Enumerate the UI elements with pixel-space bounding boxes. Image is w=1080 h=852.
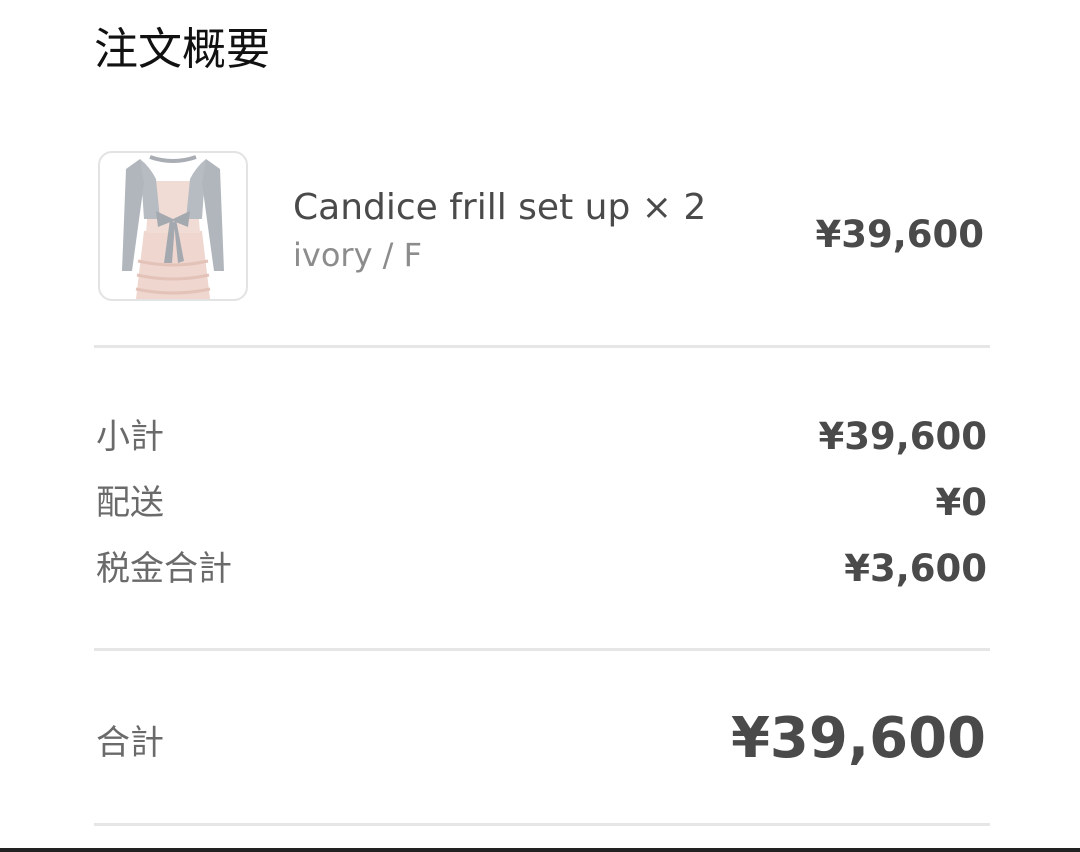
- tax-row: 税金合計 ¥3,600: [96, 544, 987, 594]
- product-thumbnail[interactable]: [98, 151, 248, 301]
- product-price: ¥39,600: [815, 213, 984, 256]
- product-variant: ivory / F: [293, 236, 423, 274]
- total-value: ¥39,600: [730, 706, 986, 771]
- subtotal-value: ¥39,600: [818, 415, 987, 458]
- tax-value: ¥3,600: [844, 547, 987, 590]
- product-name[interactable]: Candice frill set up × 2: [293, 186, 706, 230]
- product-image: [122, 155, 224, 299]
- subtotal-row: 小計 ¥39,600: [96, 412, 987, 462]
- divider: [94, 648, 990, 651]
- subtotal-label: 小計: [96, 417, 164, 457]
- divider: [94, 345, 990, 348]
- order-summary-title: 注文概要: [94, 24, 270, 75]
- shipping-row: 配送 ¥0: [96, 478, 987, 528]
- total-label: 合計: [96, 723, 164, 763]
- shipping-label: 配送: [96, 483, 164, 523]
- screen-bottom-edge: [0, 848, 1080, 852]
- tax-label: 税金合計: [96, 549, 232, 589]
- shipping-value: ¥0: [935, 481, 988, 524]
- divider: [94, 823, 990, 826]
